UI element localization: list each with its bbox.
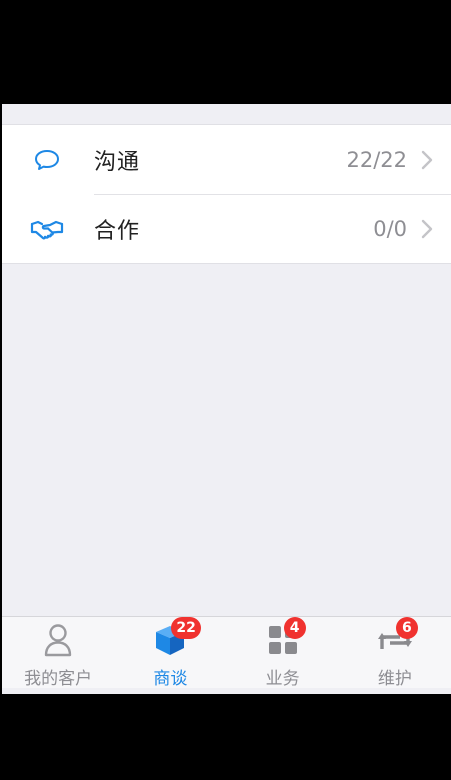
- chat-bubble-icon: [2, 149, 94, 171]
- list-item-count: 22/22: [346, 147, 407, 172]
- tab-label: 商谈: [153, 669, 188, 689]
- tab-business[interactable]: 4 业务: [227, 617, 339, 689]
- tab-label: 我的客户: [24, 669, 93, 689]
- app-screen: 沟通 22/22 合作 0/0 我的客户 22 商谈 4 业务 6 维护: [2, 104, 451, 694]
- notification-badge: 4: [283, 617, 306, 639]
- list-item-communication[interactable]: 沟通 22/22: [2, 125, 451, 194]
- list-item-label: 沟通: [94, 149, 141, 175]
- tab-my-customers[interactable]: 我的客户: [2, 617, 114, 689]
- tab-label: 维护: [377, 669, 412, 689]
- repeat-icon: 6: [377, 617, 418, 657]
- chevron-right-icon: [421, 150, 451, 170]
- bottom-spacer: [2, 688, 451, 694]
- list-item-count: 0/0: [373, 216, 407, 241]
- list-item-cooperation[interactable]: 合作 0/0: [2, 194, 451, 263]
- top-spacer: [2, 104, 451, 124]
- grid-icon: 4: [266, 617, 306, 657]
- notification-badge: 6: [395, 617, 418, 639]
- bottom-tab-bar: 我的客户 22 商谈 4 业务 6 维护: [2, 616, 451, 689]
- category-list: 沟通 22/22 合作 0/0: [2, 124, 451, 264]
- cube-icon: 22: [153, 617, 201, 657]
- tab-maintenance[interactable]: 6 维护: [339, 617, 451, 689]
- person-icon: [41, 623, 75, 657]
- chevron-right-icon: [421, 219, 451, 239]
- handshake-icon: [2, 218, 94, 240]
- notification-badge: 22: [171, 617, 201, 639]
- tab-label: 业务: [265, 669, 300, 689]
- list-item-label: 合作: [94, 218, 141, 244]
- tab-negotiation[interactable]: 22 商谈: [114, 617, 226, 689]
